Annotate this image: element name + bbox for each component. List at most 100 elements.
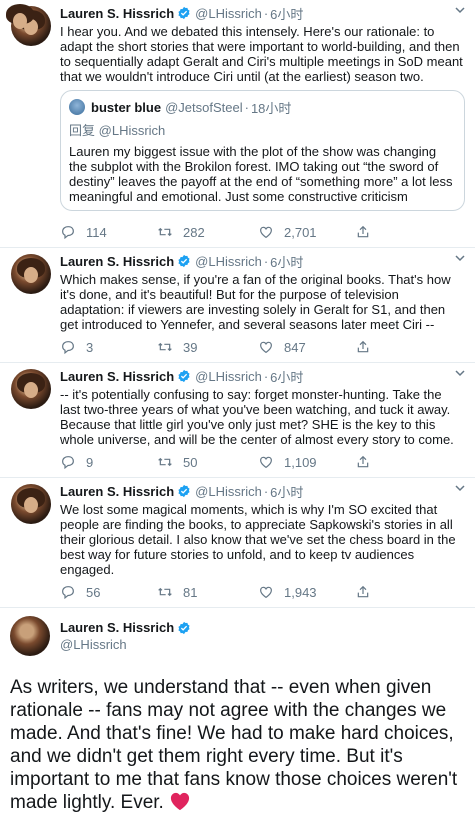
tweet-actions: 9 50 1,109: [60, 447, 465, 477]
author-handle: @LHissrich: [60, 637, 127, 652]
like-icon: [260, 456, 272, 469]
tweet[interactable]: Lauren S. Hissrich @LHissrich · 6小时 We l…: [0, 478, 475, 608]
author-name[interactable]: Lauren S. Hissrich: [60, 369, 174, 384]
separator-dot: ·: [263, 368, 269, 384]
share-icon: [357, 225, 369, 238]
reply-button[interactable]: 56: [60, 584, 157, 600]
separator-dot: ·: [244, 99, 249, 115]
quoted-author-name: buster blue: [91, 99, 162, 115]
share-icon: [357, 340, 369, 353]
quoted-timestamp: 18小时: [250, 100, 292, 116]
like-icon: [260, 226, 272, 239]
verified-icon: [178, 621, 190, 634]
reply-icon: [62, 226, 74, 240]
separator-dot: ·: [263, 483, 269, 499]
quoted-tweet-text: Lauren my biggest issue with the plot of…: [69, 144, 453, 204]
quoted-tweet-header: buster blue @JetsofSteel · 18小时: [69, 97, 456, 117]
tweet-text: -- it's potentially confusing to say: fo…: [60, 387, 454, 447]
replying-to: 回复 @LHissrich: [69, 120, 456, 139]
like-count: 1,109: [284, 454, 317, 470]
like-button[interactable]: 1,109: [258, 454, 355, 470]
tweet-text: I hear you. And we debated this intensel…: [60, 24, 463, 84]
avatar[interactable]: [11, 484, 51, 524]
timestamp[interactable]: 6小时: [270, 482, 303, 501]
retweet-button[interactable]: 50: [157, 454, 258, 470]
reply-count: 3: [86, 339, 94, 355]
retweet-button[interactable]: 81: [157, 584, 258, 600]
chevron-down-icon[interactable]: [453, 3, 467, 17]
quoted-avatar: [69, 99, 85, 115]
tweet-actions: 3 39 847: [60, 332, 465, 362]
author-name[interactable]: Lauren S. Hissrich: [60, 254, 174, 269]
like-count: 2,701: [284, 224, 317, 240]
retweet-icon: [158, 587, 172, 597]
author-name[interactable]: Lauren S. Hissrich: [60, 620, 174, 635]
author-name[interactable]: Lauren S. Hissrich: [60, 6, 174, 21]
tweet[interactable]: Lauren S. Hissrich @LHissrich · 6小时 I he…: [0, 0, 475, 248]
separator-dot: ·: [263, 253, 269, 269]
tweet-actions: 114 282 2,701: [60, 217, 465, 247]
author-name[interactable]: Lauren S. Hissrich: [60, 484, 174, 499]
like-count: 1,943: [284, 584, 317, 600]
like-icon: [260, 586, 272, 599]
retweet-button[interactable]: 39: [157, 339, 258, 355]
retweet-icon: [158, 457, 172, 467]
quoted-tweet[interactable]: buster blue @JetsofSteel · 18小时 回复 @LHis…: [60, 90, 465, 211]
share-icon: [357, 585, 369, 598]
main-tweet: Lauren S. Hissrich @LHissrich As writers…: [0, 4, 475, 814]
share-button[interactable]: [355, 454, 381, 470]
like-button[interactable]: 2,701: [258, 224, 355, 240]
author-handle: @LHissrich: [195, 253, 262, 269]
reply-icon: [62, 586, 74, 600]
replying-to-handle[interactable]: @LHissrich: [99, 123, 166, 138]
share-icon: [357, 455, 369, 468]
reply-icon: [62, 456, 74, 470]
reply-icon: [62, 341, 74, 355]
chevron-down-icon[interactable]: [453, 481, 467, 495]
chevron-down-icon[interactable]: [453, 251, 467, 265]
tweet-header: Lauren S. Hissrich @LHissrich · 6小时: [60, 250, 465, 272]
main-tweet-text: As writers, we understand that -- even w…: [10, 676, 465, 814]
verified-icon: [178, 254, 190, 268]
tweet[interactable]: Lauren S. Hissrich @LHissrich · 6小时 -- i…: [0, 363, 475, 478]
chevron-down-icon[interactable]: [453, 366, 467, 380]
author-handle: @LHissrich: [195, 5, 262, 21]
reply-count: 114: [86, 224, 107, 240]
reply-button[interactable]: 9: [60, 454, 157, 470]
avatar[interactable]: [11, 254, 51, 294]
tweet[interactable]: Lauren S. Hissrich @LHissrich · 6小时 Whic…: [0, 248, 475, 363]
avatar[interactable]: [11, 369, 51, 409]
retweet-count: 282: [183, 224, 205, 240]
share-button[interactable]: [355, 224, 381, 240]
retweet-icon: [158, 342, 172, 352]
heart-emoji: [171, 792, 190, 811]
main-tweet-body: As writers, we understand that -- even w…: [10, 677, 458, 813]
timestamp[interactable]: 6小时: [270, 252, 303, 271]
verified-icon: [178, 369, 190, 383]
tweet-header: Lauren S. Hissrich @LHissrich · 6小时: [60, 2, 465, 24]
timestamp[interactable]: 6小时: [270, 4, 303, 23]
retweet-icon: [158, 227, 172, 237]
reply-count: 56: [86, 584, 101, 600]
like-button[interactable]: 847: [258, 339, 355, 355]
share-button[interactable]: [355, 584, 381, 600]
conversation-thread: Lauren S. Hissrich @LHissrich · 6小时 I he…: [0, 0, 475, 814]
share-button[interactable]: [355, 339, 381, 355]
retweet-count: 39: [183, 339, 198, 355]
like-icon: [260, 341, 272, 354]
reply-button[interactable]: 3: [60, 339, 157, 355]
avatar[interactable]: [6, 4, 50, 656]
timestamp[interactable]: 6小时: [270, 367, 303, 386]
reply-button[interactable]: 114: [60, 224, 157, 240]
separator-dot: ·: [263, 5, 269, 21]
author-handle: @LHissrich: [195, 483, 262, 499]
tweet-actions: 56 81 1,943: [60, 577, 465, 607]
quoted-author-handle: @JetsofSteel: [165, 99, 243, 115]
retweet-button[interactable]: 282: [157, 224, 258, 240]
author-handle: @LHissrich: [195, 368, 262, 384]
tweet-text: Which makes sense, if you're a fan of th…: [60, 272, 451, 332]
like-count: 847: [284, 339, 306, 355]
like-button[interactable]: 1,943: [258, 584, 355, 600]
retweet-count: 81: [183, 584, 198, 600]
author-block: Lauren S. Hissrich @LHissrich: [60, 620, 191, 652]
